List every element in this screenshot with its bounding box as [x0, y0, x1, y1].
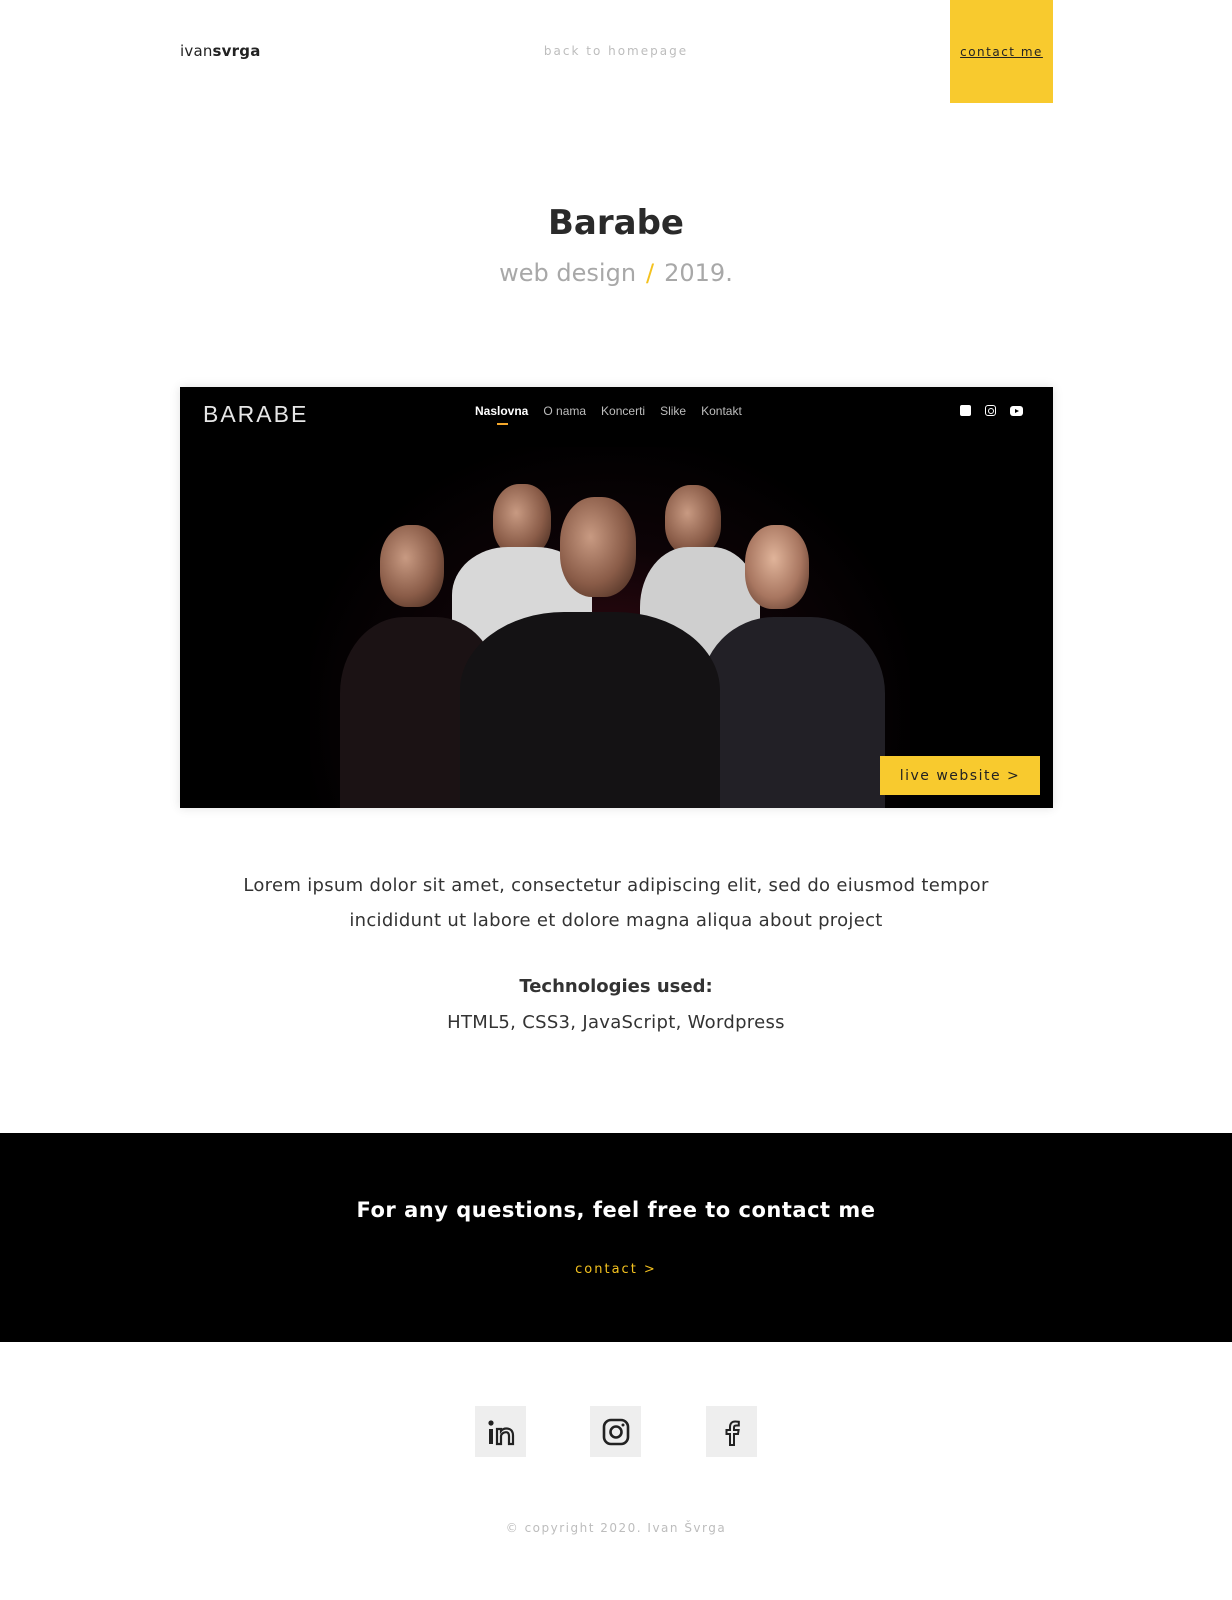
- subtitle-separator: /: [646, 259, 655, 287]
- live-website-button[interactable]: live website >: [880, 756, 1040, 795]
- project-preview-image: BARABE Naslovna O nama Koncerti Slike Ko…: [180, 387, 1053, 808]
- preview-site-logo: BARABE: [203, 401, 309, 427]
- technologies-list: HTML5, CSS3, JavaScript, Wordpress: [447, 1012, 785, 1033]
- copyright-text: © copyright 2020. Ivan Švrga: [505, 1521, 727, 1535]
- band-photo: [180, 387, 1053, 808]
- preview-nav-item: Slike: [660, 404, 687, 418]
- facebook-button[interactable]: [706, 1406, 757, 1457]
- contact-section: For any questions, feel free to contact …: [0, 1133, 1232, 1342]
- preview-nav-item: Koncerti: [601, 404, 646, 418]
- project-subtitle: web design / 2019.: [0, 259, 1232, 287]
- facebook-icon: [725, 1419, 740, 1446]
- linkedin-button[interactable]: [475, 1406, 526, 1457]
- technologies-label: Technologies used:: [519, 976, 713, 997]
- project-year: 2019.: [664, 259, 733, 287]
- linkedin-icon: [487, 1419, 514, 1445]
- instagram-button[interactable]: [590, 1406, 641, 1457]
- project-description: Lorem ipsum dolor sit amet, consectetur …: [243, 875, 989, 931]
- instagram-icon: [985, 405, 996, 416]
- facebook-icon: [960, 405, 971, 416]
- contact-link[interactable]: contact >: [0, 1262, 1232, 1277]
- youtube-icon: [1010, 405, 1023, 416]
- project-category: web design: [499, 259, 637, 287]
- contact-section-title: For any questions, feel free to contact …: [356, 1198, 876, 1222]
- preview-nav-item: Kontakt: [701, 404, 742, 418]
- preview-social-icons: [960, 405, 1023, 416]
- preview-nav-item: O nama: [543, 404, 587, 418]
- site-header: ivansvrga back to homepage contact me: [0, 0, 1232, 103]
- project-title: Barabe: [548, 203, 684, 243]
- instagram-icon: [602, 1418, 629, 1445]
- contact-me-button[interactable]: contact me: [950, 0, 1053, 103]
- preview-site-nav: Naslovna O nama Koncerti Slike Kontakt: [475, 404, 742, 425]
- preview-nav-item: Naslovna: [475, 404, 529, 425]
